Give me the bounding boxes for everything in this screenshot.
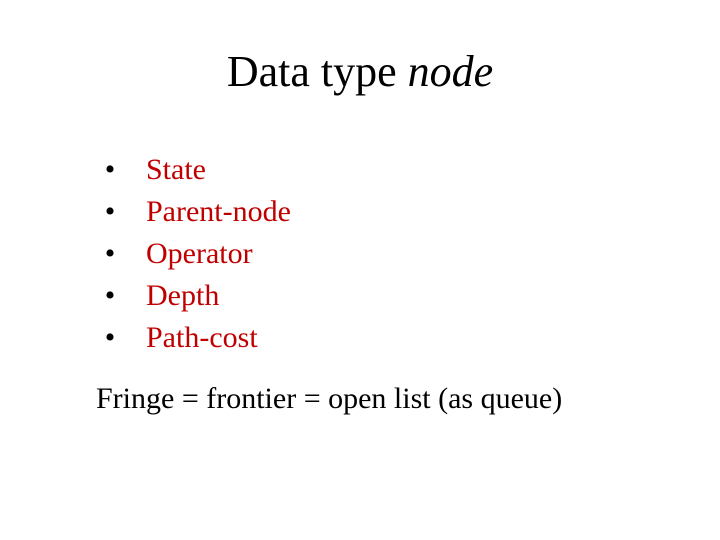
slide-title: Data type node <box>0 48 720 96</box>
bullet-icon: • <box>96 192 124 231</box>
list-item: State <box>146 150 291 189</box>
list-item: Operator <box>146 234 291 273</box>
bullet-icon: • <box>96 150 124 189</box>
bullet-list: • State • Parent-node • Operator • Depth… <box>96 150 291 357</box>
body: • State • Parent-node • Operator • Depth… <box>96 150 291 357</box>
title-text: Data type <box>227 47 408 96</box>
list-item: Parent-node <box>146 192 291 231</box>
slide: Data type node • State • Parent-node • O… <box>0 0 720 540</box>
footer-text: Fringe = frontier = open list (as queue) <box>96 382 562 416</box>
list-item: Path-cost <box>146 318 291 357</box>
bullet-icon: • <box>96 318 124 357</box>
list-item: Depth <box>146 276 291 315</box>
bullet-icon: • <box>96 276 124 315</box>
bullet-icon: • <box>96 234 124 273</box>
title-italic: node <box>408 47 494 96</box>
